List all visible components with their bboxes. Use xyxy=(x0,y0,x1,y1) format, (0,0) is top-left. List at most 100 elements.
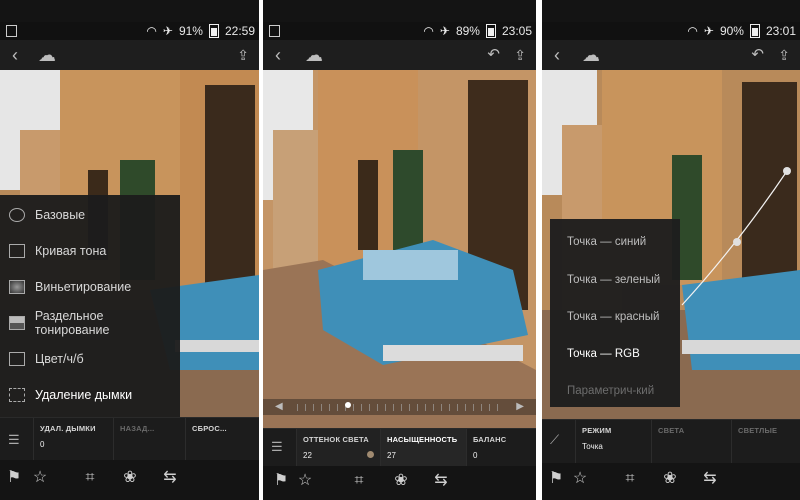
panel-menu-toggle[interactable]: ☰ xyxy=(0,418,34,462)
dehaze-icon xyxy=(9,388,25,402)
clock: 23:05 xyxy=(501,24,532,38)
highlights-label: СВЕТА xyxy=(658,426,685,435)
battery-icon xyxy=(208,24,219,38)
menu-item-split-toning[interactable]: Раздельное тонирование xyxy=(0,305,180,341)
cloud-add-icon[interactable]: ☁ xyxy=(305,46,323,64)
share-icon[interactable]: ⇪ xyxy=(514,46,526,64)
lights-control[interactable]: СВЕТЛЫЕ xyxy=(732,420,800,464)
panel-menu-toggle[interactable]: ⟋ xyxy=(542,420,576,464)
battery-percent: 90% xyxy=(719,24,744,38)
crop-icon[interactable]: ⌗ xyxy=(80,468,100,488)
menu-item-point-green[interactable]: Точка — зеленый xyxy=(567,274,660,286)
menu-item-parametric[interactable]: Параметрич-кий xyxy=(567,385,654,397)
airplane-icon: ✈ xyxy=(162,24,173,38)
saturation-label: НАСЫЩЕННОСТЬ xyxy=(387,435,458,444)
share-icon[interactable]: ⇪ xyxy=(237,46,249,64)
back-label: НАЗАД... xyxy=(120,424,155,433)
back-icon[interactable]: ‹ xyxy=(12,46,18,64)
slider-left-icon[interactable]: ◀ xyxy=(275,401,283,412)
flag-icon[interactable]: ⚑ xyxy=(546,469,566,489)
clock: 22:59 xyxy=(224,24,255,38)
reset-label: СБРОС... xyxy=(192,424,227,433)
highlights-control[interactable]: СВЕТА xyxy=(652,420,732,464)
menu-item-color-bw[interactable]: Цвет/ч/б xyxy=(0,341,180,377)
photo-preview xyxy=(263,70,536,428)
back-control[interactable]: НАЗАД... xyxy=(114,418,186,462)
undo-icon[interactable]: ↶ xyxy=(751,46,764,64)
adjust-sliders-icon[interactable]: ⇆ xyxy=(160,468,180,488)
menu-item-label: Виньетирование xyxy=(35,280,132,294)
battery-icon xyxy=(485,24,496,38)
value-slider[interactable]: ◀ ▶ xyxy=(263,399,536,415)
adjust-sliders-icon[interactable]: ⇆ xyxy=(431,471,451,491)
adjust-sliders-icon[interactable]: ⇆ xyxy=(700,469,720,489)
status-bar: ◠ ✈ 91% 22:59 xyxy=(0,22,259,40)
flag-icon[interactable]: ⚑ xyxy=(4,468,24,488)
menu-item-label: Цвет/ч/б xyxy=(35,352,84,366)
cloud-icon[interactable]: ☁ xyxy=(38,46,56,64)
back-icon[interactable]: ‹ xyxy=(275,46,281,64)
tone-curve-icon: ⟋ xyxy=(550,432,560,447)
street-photo xyxy=(263,70,536,428)
menu-item-label: Базовые xyxy=(35,208,86,222)
phone-screen-3: ◠ ✈ 90% 23:01 ‹ ☁ ↶ ⇪ Точка — синий Точк… xyxy=(542,0,800,500)
menu-item-label: Кривая тона xyxy=(35,244,107,258)
list-icon: ☰ xyxy=(8,432,20,447)
crop-icon[interactable]: ⌗ xyxy=(620,469,640,489)
menu-item-point-red[interactable]: Точка — красный xyxy=(567,311,659,323)
mode-value: Точка xyxy=(582,442,603,451)
menu-item-basic[interactable]: Базовые xyxy=(0,197,180,233)
color-bw-icon xyxy=(9,352,25,366)
top-toolbar: ‹ ☁ ↶ ⇪ xyxy=(263,40,536,70)
curve-channel-menu: Точка — синий Точка — зеленый Точка — кр… xyxy=(550,219,680,407)
split-tone-icon xyxy=(9,316,25,330)
presets-icon[interactable]: ❀ xyxy=(120,468,140,488)
lights-label: СВЕТЛЫЕ xyxy=(738,426,778,435)
menu-item-tone-curve[interactable]: Кривая тона xyxy=(0,233,180,269)
highlights-hue-label: ОТТЕНОК СВЕТА xyxy=(303,435,369,444)
back-icon[interactable]: ‹ xyxy=(554,46,560,64)
presets-icon[interactable]: ❀ xyxy=(391,471,411,491)
aperture-icon xyxy=(9,208,25,222)
menu-item-point-rgb[interactable]: Точка — RGB xyxy=(567,348,640,360)
menu-item-point-blue[interactable]: Точка — синий xyxy=(567,236,646,248)
dehaze-control[interactable]: УДАЛ. ДЫМКИ 0 xyxy=(34,418,114,462)
menu-item-dehaze[interactable]: Удаление дымки xyxy=(0,377,180,413)
adjustments-menu: Базовые Кривая тона Виньетирование Разде… xyxy=(0,195,180,417)
dehaze-value: 0 xyxy=(40,440,45,449)
star-rating-icon[interactable]: ☆ xyxy=(570,469,590,489)
clock: 23:01 xyxy=(765,24,796,38)
top-toolbar: ‹ ☁ ⇪ xyxy=(0,40,259,70)
adjustment-panel: ☰ ОТТЕНОК СВЕТА 22 НАСЫЩЕННОСТЬ 27 БАЛАН… xyxy=(263,428,536,473)
tone-curve-icon xyxy=(9,244,25,258)
star-rating-icon[interactable]: ☆ xyxy=(30,468,50,488)
crop-icon[interactable]: ⌗ xyxy=(349,471,369,491)
share-icon[interactable]: ⇪ xyxy=(778,46,790,64)
phone-screen-2: ◠ ✈ 89% 23:05 ‹ ☁ ↶ ⇪ ◀ ▶ ☰ ОТТЕНОК СВЕТ… xyxy=(263,0,536,500)
reset-control[interactable]: СБРОС... xyxy=(186,418,259,462)
undo-icon[interactable]: ↶ xyxy=(487,46,500,64)
dehaze-label: УДАЛ. ДЫМКИ xyxy=(40,424,96,433)
hue-swatch xyxy=(367,451,374,458)
mode-label: РЕЖИМ xyxy=(582,426,612,435)
wifi-icon: ◠ xyxy=(423,24,434,38)
menu-item-vignette[interactable]: Виньетирование xyxy=(0,269,180,305)
cloud-add-icon[interactable]: ☁ xyxy=(582,46,600,64)
slider-right-icon[interactable]: ▶ xyxy=(516,401,524,412)
balance-value: 0 xyxy=(473,451,478,460)
wifi-icon: ◠ xyxy=(146,24,157,38)
bottom-toolbar: ⚑ ☆ ⌗ ❀ ⇆ xyxy=(0,460,259,500)
presets-icon[interactable]: ❀ xyxy=(660,469,680,489)
adjustment-panel: ☰ УДАЛ. ДЫМКИ 0 НАЗАД... СБРОС... xyxy=(0,417,259,462)
split-tone-icon: ☰ xyxy=(271,439,283,454)
mode-control[interactable]: РЕЖИМ Точка xyxy=(576,420,652,464)
phone-screen-1: ◠ ✈ 91% 22:59 ‹ ☁ ⇪ Базовые Кривая тона … xyxy=(0,0,259,500)
airplane-icon: ✈ xyxy=(439,24,450,38)
menu-item-label: Удаление дымки xyxy=(35,388,133,402)
bottom-toolbar: ⚑ ☆ ⌗ ❀ ⇆ xyxy=(263,466,536,500)
star-rating-icon[interactable]: ☆ xyxy=(295,471,315,491)
menu-item-label: Раздельное тонирование xyxy=(34,309,110,337)
battery-icon xyxy=(749,24,760,38)
balance-label: БАЛАНС xyxy=(473,435,507,444)
flag-icon[interactable]: ⚑ xyxy=(271,471,291,491)
